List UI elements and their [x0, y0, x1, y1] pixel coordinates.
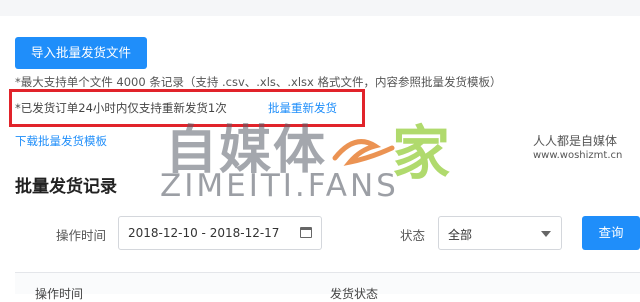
date-range-picker[interactable]: 2018-12-10 - 2018-12-17 [118, 216, 322, 250]
table-header-time: 操作时间 [35, 287, 84, 301]
resend-hint: *已发货订单24小时内仅支持重新发货1次 [15, 101, 227, 115]
import-batch-file-button[interactable]: 导入批量发货文件 [15, 37, 147, 69]
calendar-icon [300, 227, 312, 238]
operation-time-label: 操作时间 [56, 228, 107, 243]
watermark-site-url: www.woshizmt.cn [533, 150, 623, 161]
batch-resend-link[interactable]: 批量重新发货 [268, 100, 337, 116]
table-header-status: 发货状态 [330, 287, 379, 301]
status-select-value: 全部 [448, 228, 473, 242]
status-label: 状态 [400, 228, 426, 243]
download-template-link[interactable]: 下载批量发货模板 [15, 133, 107, 149]
top-strip [0, 0, 640, 16]
watermark-swirl-icon [332, 139, 395, 166]
records-table-header: 操作时间 发货状态 [15, 272, 640, 301]
upload-limit-hint: *最大支持单个文件 4000 条记录（支持 .csv、.xls、.xlsx 格式… [15, 75, 502, 89]
chevron-down-icon [541, 231, 551, 237]
watermark-site-name: 人人都是自媒体 [533, 134, 618, 148]
date-range-value: 2018-12-10 - 2018-12-17 [128, 226, 280, 240]
watermark-logo-home: 家 [392, 119, 451, 187]
query-button[interactable]: 查询 [582, 216, 640, 250]
records-title: 批量发货记录 [15, 177, 117, 197]
status-select[interactable]: 全部 [438, 216, 562, 250]
watermark-fans-text: ZIMEITI.FANS [160, 168, 399, 204]
